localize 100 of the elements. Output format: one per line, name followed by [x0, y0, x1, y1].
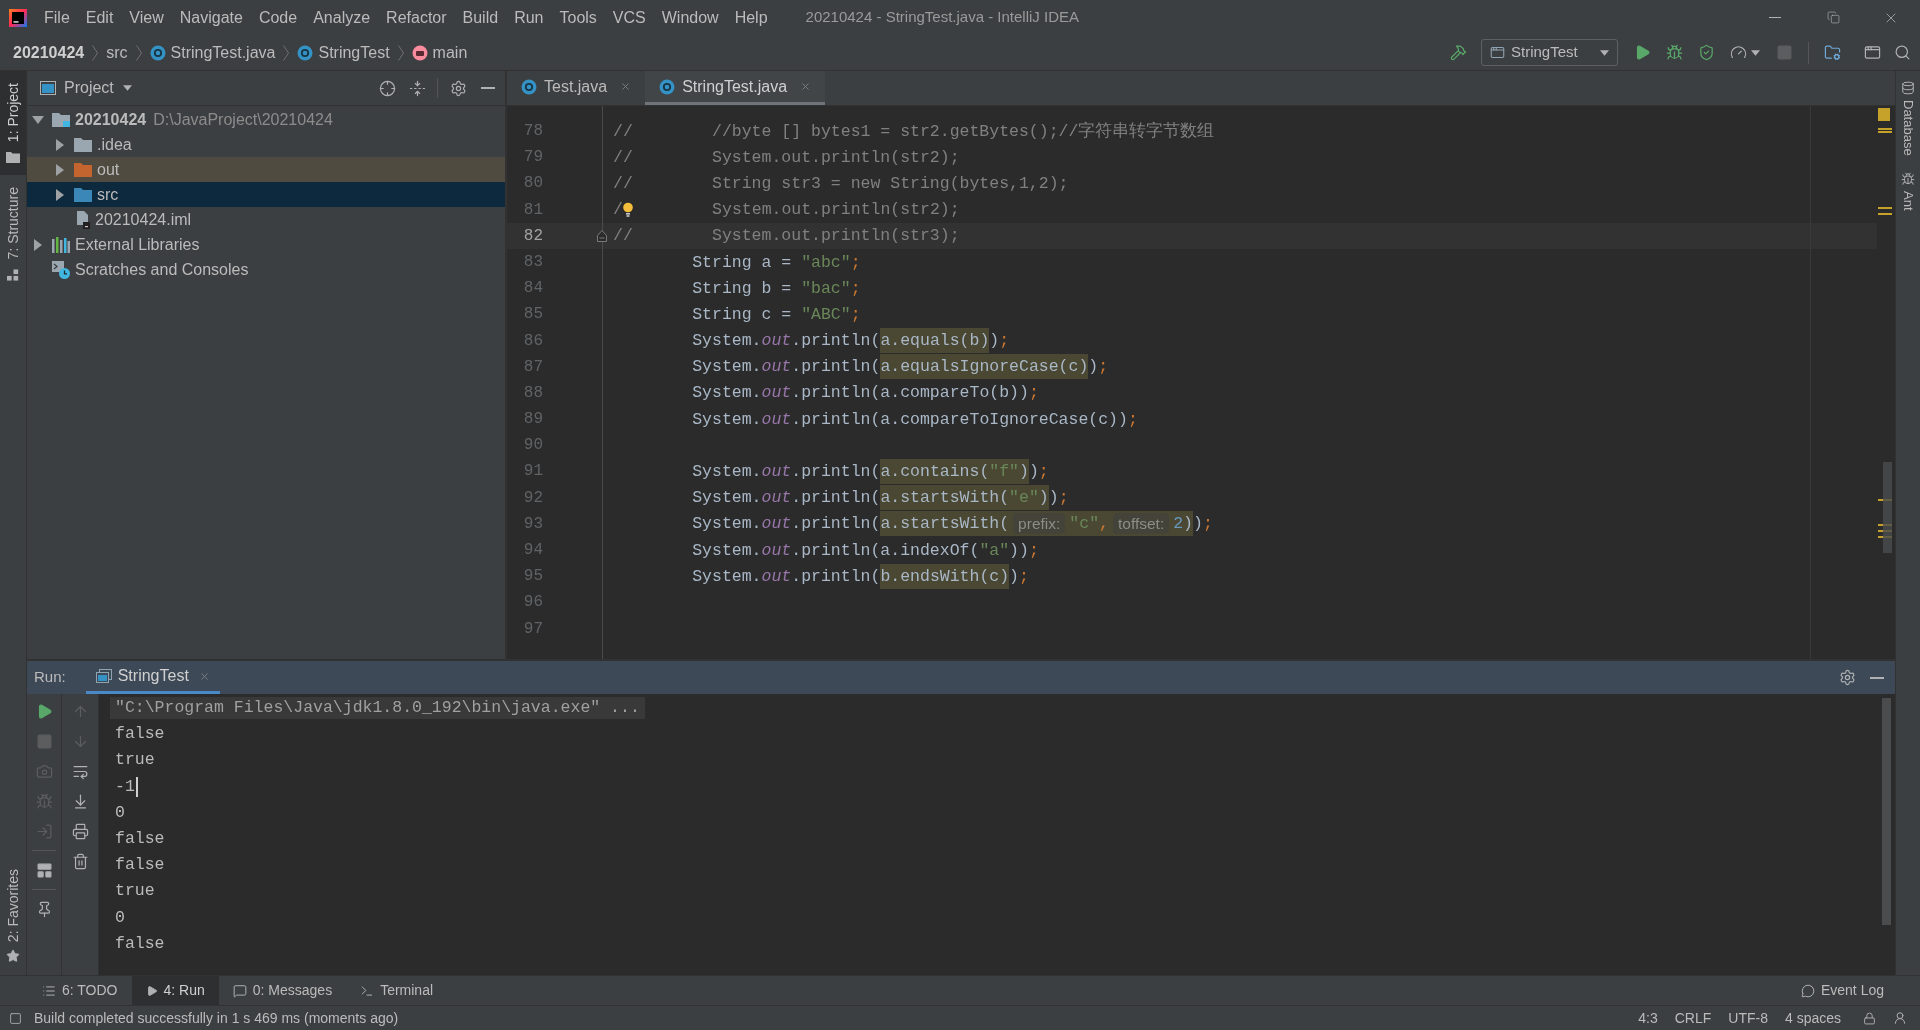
tool-window-button[interactable]: Terminal [346, 976, 448, 1005]
code-text: String c = "ABC"; [691, 303, 861, 326]
code-text: System.out.println(a.startsWith("e")); [613, 485, 1069, 511]
arrow-into-box-icon [35, 822, 53, 840]
tree-item[interactable]: 20210424.iml [27, 207, 505, 232]
inlay-hint: prefix: [1013, 513, 1066, 535]
tree-item[interactable]: .idea [27, 132, 505, 157]
tree-item[interactable]: out [27, 157, 505, 182]
status-item[interactable]: UTF-8 [1728, 1007, 1768, 1029]
panel-icon [40, 81, 56, 95]
console-command: "C:\Program Files\Java\jdk1.8.0_192\bin\java.exe" ... [110, 697, 645, 720]
tree-item[interactable]: Scratches and Consoles [27, 257, 505, 282]
lightbulb-icon[interactable] [622, 201, 633, 218]
tree-item[interactable]: External Libraries [27, 232, 505, 257]
class-icon [149, 44, 166, 61]
menu-item[interactable]: Navigate [171, 0, 251, 35]
layout-icon [35, 861, 53, 879]
shield-icon [1697, 44, 1715, 61]
stop-icon [35, 732, 53, 750]
menu-item[interactable]: Refactor [378, 0, 455, 35]
menu-item[interactable]: File [36, 0, 78, 35]
status-item[interactable]: CRLF [1674, 1007, 1712, 1029]
tool-window-tab[interactable]: 2: Favorites [0, 858, 26, 975]
play-icon [145, 984, 158, 997]
editor-tab[interactable]: StringTest.java [645, 71, 826, 105]
menu-item[interactable]: Tools [551, 0, 605, 35]
tool-window-tab[interactable]: Database [1898, 81, 1918, 156]
menu-item[interactable]: Analyze [305, 0, 379, 35]
menu-item[interactable]: Run [506, 0, 552, 35]
menu-item[interactable]: VCS [604, 0, 654, 35]
event-log-button[interactable]: Event Log [1800, 976, 1884, 1005]
code-text: System.out.println(str2); [711, 199, 960, 222]
menu-item[interactable]: Help [726, 0, 776, 35]
folder-icon [74, 137, 92, 152]
console-output: 0 [115, 906, 125, 929]
menu-item[interactable]: View [121, 0, 172, 35]
caret-right-icon[interactable] [54, 188, 66, 201]
fold-marker-icon[interactable] [597, 229, 607, 242]
panel-title-dropdown[interactable]: Project [64, 76, 132, 100]
folder-icon [6, 151, 20, 164]
person-icon [1893, 1011, 1907, 1025]
trash-icon [71, 852, 89, 870]
console-output: -1 [115, 775, 135, 798]
scratches-icon [52, 260, 70, 279]
tool-window-button[interactable]: 0: Messages [218, 976, 347, 1005]
menu-item[interactable]: Edit [77, 0, 122, 35]
module-folder-icon [52, 112, 70, 127]
console-output: false [115, 932, 165, 955]
lock-icon [1863, 1011, 1876, 1025]
tree-item[interactable]: 20210424 D:\JavaProject\20210424 [27, 107, 505, 132]
tool-window-button[interactable]: 4: Run [131, 976, 219, 1005]
caret-down-icon [122, 85, 132, 91]
run-config-dropdown[interactable]: StringTest [1481, 39, 1618, 66]
breadcrumb[interactable]: src [106, 40, 128, 65]
crosshair-icon [378, 79, 396, 97]
code-text: System.out.println(a.compareToIgnoreCase(c)); [691, 408, 1138, 431]
caret-right-icon[interactable] [54, 163, 66, 176]
line-number: 91 [522, 461, 543, 483]
tool-window-tab[interactable]: 7: Structure [0, 175, 26, 293]
inlay-hint: toffset: [1112, 513, 1170, 535]
class-icon [297, 44, 314, 61]
breadcrumb[interactable]: StringTest [297, 40, 390, 65]
breadcrumb[interactable]: main [411, 40, 468, 65]
tool-window-tab[interactable]: 1: Project [0, 71, 26, 176]
restore-icon [1826, 11, 1840, 24]
menu-item[interactable]: Window [653, 0, 727, 35]
collapse-icon [408, 79, 426, 97]
close-icon [620, 81, 632, 92]
breadcrumb[interactable]: StringTest.java [149, 40, 276, 65]
tool-window-button[interactable]: 6: TODO [28, 976, 132, 1005]
settings-icon [449, 79, 467, 97]
line-number: 79 [522, 147, 543, 169]
tool-window-tab[interactable]: Ant [1898, 171, 1918, 211]
line-number: 80 [522, 173, 543, 195]
code-text: // //byte [] bytes1 = str2.getBytes();//字符串转字节数组 [613, 120, 1215, 143]
bug-icon [35, 792, 53, 810]
class-icon [659, 78, 676, 95]
menu-item[interactable]: Code [250, 0, 306, 35]
tree-item[interactable]: src [27, 182, 505, 207]
list-icon [42, 983, 56, 998]
status-item[interactable]: 4:3 [1638, 1007, 1658, 1029]
menu-item[interactable]: Build [454, 0, 507, 35]
method-icon [411, 44, 428, 61]
caret-down-icon[interactable] [32, 113, 44, 126]
code-text: System.out.println(a.startsWith( [613, 511, 1010, 537]
chevron-right-icon [283, 44, 290, 61]
line-number: 89 [522, 409, 543, 431]
window-icon [1863, 44, 1881, 61]
caret-right-icon[interactable] [54, 138, 66, 151]
code-text: String a = "abc"; [691, 251, 861, 274]
editor-tab[interactable]: Test.java [507, 71, 646, 105]
folder-icon [1823, 44, 1841, 61]
line-number: 92 [522, 487, 543, 509]
scrollbar-thumb[interactable] [1883, 462, 1892, 553]
breadcrumb[interactable]: 20210424 [13, 40, 85, 65]
chevron-right-icon [135, 44, 142, 61]
caret-right-icon[interactable] [32, 238, 44, 251]
folder-icon [74, 162, 92, 177]
scrollbar-thumb[interactable] [1882, 698, 1891, 925]
status-item[interactable]: 4 spaces [1784, 1007, 1841, 1029]
